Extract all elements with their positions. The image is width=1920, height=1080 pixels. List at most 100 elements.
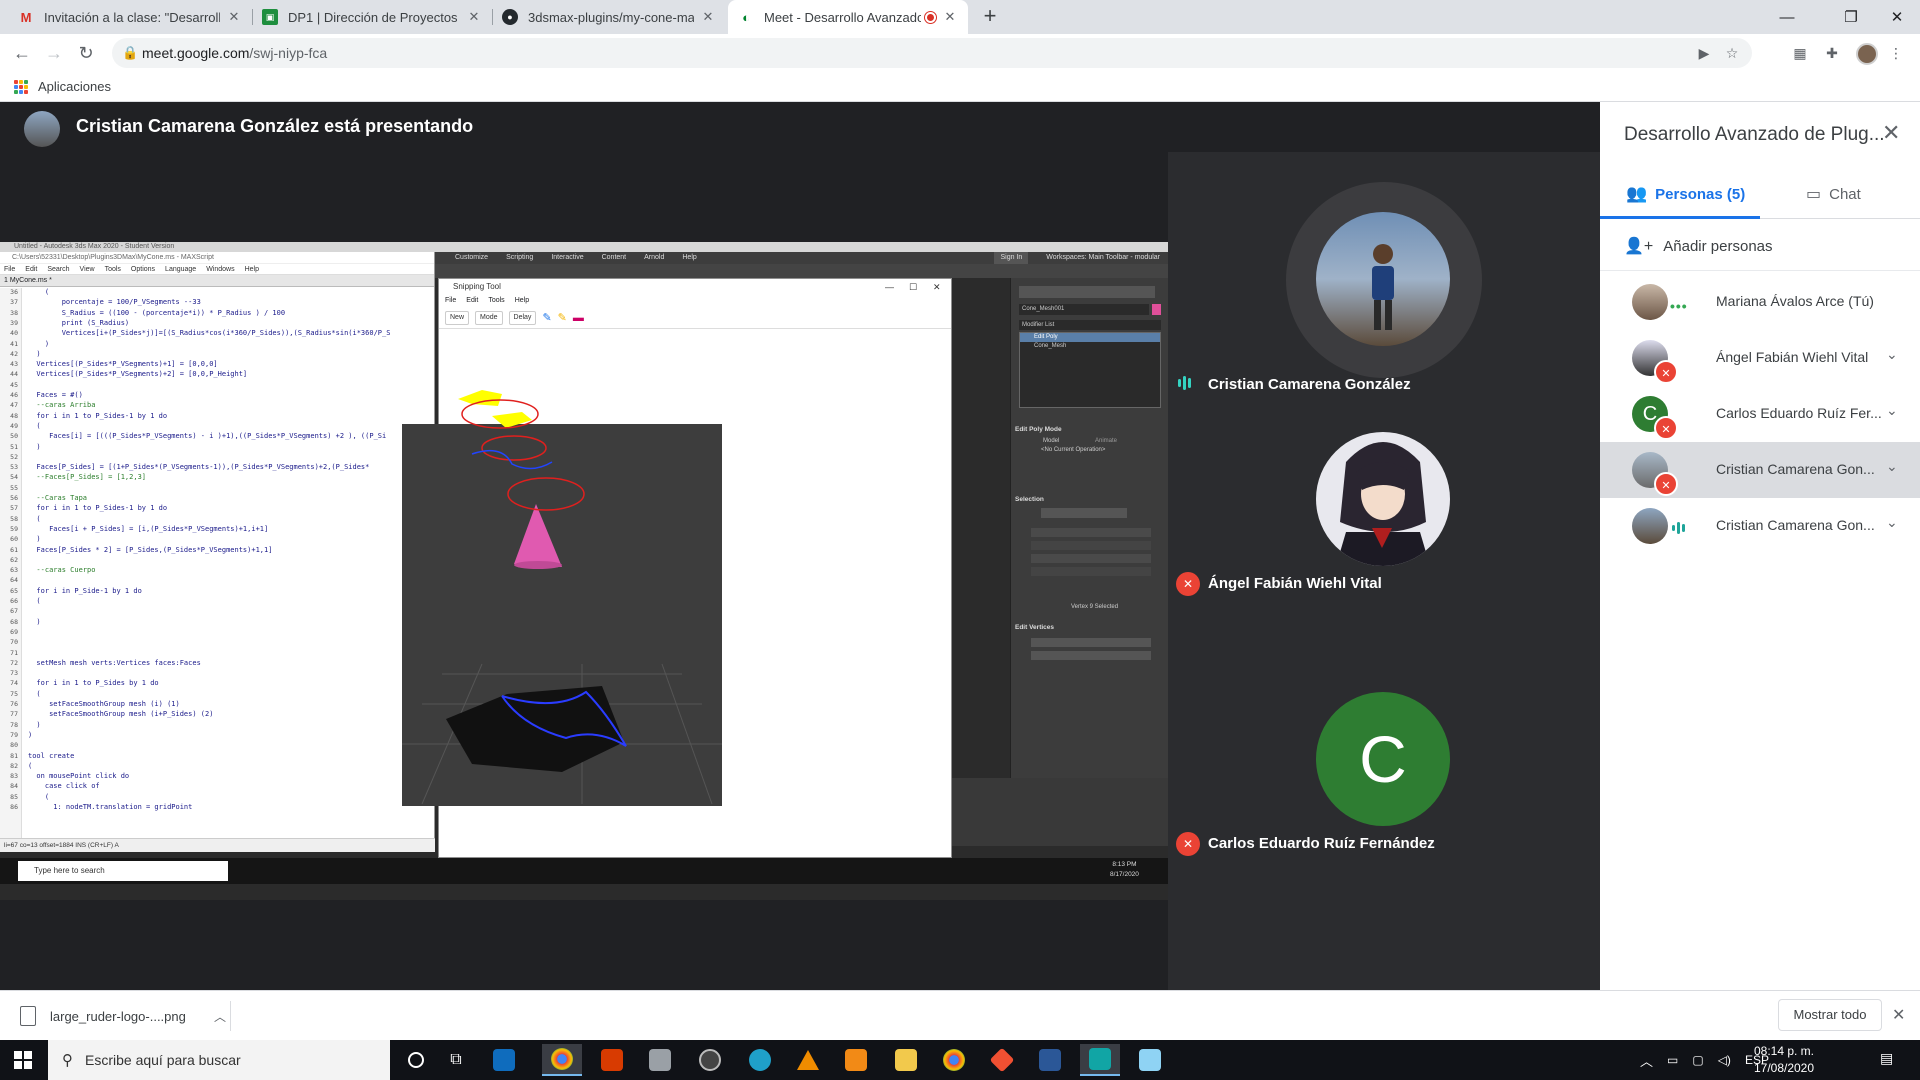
camera-icon[interactable]: ▶ (1694, 43, 1714, 63)
vlc-app-icon[interactable] (788, 1044, 828, 1076)
tab-github[interactable]: ● 3dsmax-plugins/my-cone-marian ✕ (492, 0, 726, 34)
shared-screen: Untitled - Autodesk 3ds Max 2020 - Stude… (0, 242, 1168, 900)
chat-icon: ▭ (1806, 186, 1822, 203)
app-icon-gray[interactable] (640, 1044, 680, 1076)
code-line: ) (28, 720, 41, 729)
participant-tile[interactable]: C ✕ Carlos Eduardo Ruíz Fernández (1168, 692, 1600, 972)
max-menu-item: Arnold (644, 254, 665, 261)
max-command-panel: Cone_Mesh001 Modifier List Edit Poly Con… (1010, 278, 1168, 778)
tab-people[interactable]: 👥 Personas (5) (1626, 182, 1745, 206)
yellow-highlight (458, 390, 502, 406)
address-bar[interactable]: 🔒 meet.google.com/swj-niyp-fca ☆ ▶ (112, 38, 1752, 68)
show-all-button[interactable]: Mostrar todo (1778, 999, 1882, 1031)
reload-icon[interactable]: ↻ (74, 41, 98, 65)
editor-menu-item: Language (165, 266, 197, 273)
participant-name: Ángel Fabián Wiehl Vital (1208, 575, 1382, 592)
snip-menu-item: File (445, 297, 457, 304)
line-number: 50 (10, 432, 18, 441)
meet-stage: Cristian Camarena González está presenta… (0, 102, 1600, 990)
person-row[interactable]: ••• Mariana Ávalos Arce (Tú) (1600, 274, 1920, 330)
chrome-app-icon-2[interactable] (934, 1044, 974, 1076)
chevron-up-icon[interactable]: ︿ (214, 1008, 226, 1025)
forward-icon[interactable]: → (42, 41, 66, 65)
battery-icon[interactable]: ▭ (1667, 1053, 1678, 1067)
chevron-down-icon[interactable]: ⌄ (1886, 402, 1898, 419)
snipping-tool-app-icon[interactable] (1130, 1044, 1170, 1076)
mail-app-icon[interactable] (484, 1044, 524, 1076)
close-panel-icon[interactable]: ✕ (1882, 120, 1900, 146)
star-icon[interactable]: ☆ (1722, 43, 1742, 63)
person-row[interactable]: ✕ Cristian Camarena Gon... ⌄ (1600, 442, 1920, 498)
classroom-icon: ▣ (262, 9, 278, 25)
person-row[interactable]: Cristian Camarena Gon... ⌄ (1600, 498, 1920, 554)
button-row (1031, 651, 1151, 660)
participant-tile[interactable]: ✕ Ángel Fabián Wiehl Vital (1168, 432, 1600, 712)
apps-bookmark[interactable]: Aplicaciones (38, 79, 111, 94)
editor-menu-item: Search (47, 266, 70, 273)
sublime-app-icon[interactable] (836, 1044, 876, 1076)
max-menu-bar: Customize Scripting Interactive Content … (435, 252, 1168, 264)
current-operation: <No Current Operation> (1041, 447, 1106, 453)
close-icon: ✕ (933, 282, 941, 292)
url-host: meet.google.com (142, 45, 250, 61)
minimize-icon: — (885, 282, 894, 292)
chrome-app-icon[interactable] (542, 1044, 582, 1076)
file-explorer-icon[interactable] (886, 1044, 926, 1076)
line-number: 72 (10, 658, 18, 667)
chevron-down-icon[interactable]: ⌄ (1886, 514, 1898, 531)
chevron-up-icon[interactable]: ︿ (1640, 1051, 1653, 1070)
back-icon[interactable]: ← (10, 41, 34, 65)
person-name: Cristian Camarena Gon... (1716, 517, 1875, 533)
edge-app-icon[interactable] (740, 1044, 780, 1076)
network-icon[interactable]: ▢ (1692, 1053, 1703, 1067)
task-view-icon[interactable]: ⧉ (436, 1044, 476, 1076)
tab-classroom[interactable]: ▣ DP1 | Dirección de Proyectos 120 ✕ (252, 0, 492, 34)
code-line: setFaceSmoothGroup mesh (i) (1) (28, 700, 180, 708)
app-icon-dark[interactable] (690, 1044, 730, 1076)
code-line: ) (28, 339, 50, 348)
editor-menu-item: Windows (206, 266, 235, 273)
close-icon[interactable]: ✕ (700, 9, 716, 25)
close-window-button[interactable]: ✕ (1874, 0, 1920, 34)
minimize-button[interactable]: — (1764, 0, 1810, 34)
git-app-icon[interactable] (982, 1044, 1022, 1076)
chevron-down-icon[interactable]: ⌄ (1886, 458, 1898, 475)
download-item[interactable]: large_ruder-logo-....png ︿ (12, 997, 226, 1035)
app-icon-red[interactable] (592, 1044, 632, 1076)
person-row[interactable]: ✕ Ángel Fabián Wiehl Vital ⌄ (1600, 330, 1920, 386)
person-name: Carlos Eduardo Ruíz Fer... (1716, 405, 1882, 421)
close-icon[interactable]: ✕ (226, 9, 242, 25)
tab-chat[interactable]: ▭ Chat (1806, 182, 1861, 206)
powershell-app-icon[interactable] (1030, 1044, 1070, 1076)
speaking-indicator-icon (1178, 374, 1198, 392)
taskbar-clock[interactable]: 08:14 p. m. 17/08/2020 (1748, 1043, 1820, 1077)
line-number: 59 (10, 524, 18, 533)
taskbar-search[interactable]: ⚲ Escribe aquí para buscar (48, 1040, 390, 1080)
person-row[interactable]: C ✕ Carlos Eduardo Ruíz Fer... ⌄ (1600, 386, 1920, 442)
code-line: for i in 1 to P_Sides-1 by 1 do (28, 504, 168, 513)
extensions-icon[interactable]: ✚ (1822, 43, 1842, 63)
restore-button[interactable]: ❐ (1828, 0, 1874, 34)
tab-meet[interactable]: ◐ Meet - Desarrollo Avanzado d ✕ (728, 0, 968, 34)
close-icon[interactable]: ✕ (942, 9, 958, 25)
chevron-down-icon[interactable]: ⌄ (1886, 346, 1898, 363)
participant-tile[interactable]: Cristian Camarena González (1168, 152, 1600, 432)
close-downloads-icon[interactable]: ✕ (1892, 1005, 1905, 1025)
windows-start-icon[interactable] (14, 1051, 32, 1069)
menu-icon[interactable]: ⋮ (1886, 43, 1906, 63)
pen-icon: ✎ (542, 312, 552, 324)
3dsmax-app-icon[interactable] (1080, 1044, 1120, 1076)
snip-title-text: Snipping Tool (453, 282, 501, 291)
extension-grid-icon[interactable]: ▦ (1790, 43, 1810, 63)
profile-avatar[interactable] (1856, 43, 1878, 65)
add-people-button[interactable]: 👤+ Añadir personas (1624, 230, 1773, 262)
cortana-icon[interactable] (396, 1044, 436, 1076)
new-tab-button[interactable]: + (976, 3, 1004, 31)
apps-icon[interactable] (14, 80, 28, 94)
volume-icon[interactable]: ◁) (1718, 1053, 1731, 1067)
close-icon[interactable]: ✕ (466, 9, 482, 25)
tab-gmail[interactable]: M Invitación a la clase: "Desarrollo A ✕ (8, 0, 252, 34)
notifications-icon[interactable]: ▤ (1880, 1050, 1893, 1067)
tab-label: Invitación a la clase: "Desarrollo A (44, 9, 220, 25)
